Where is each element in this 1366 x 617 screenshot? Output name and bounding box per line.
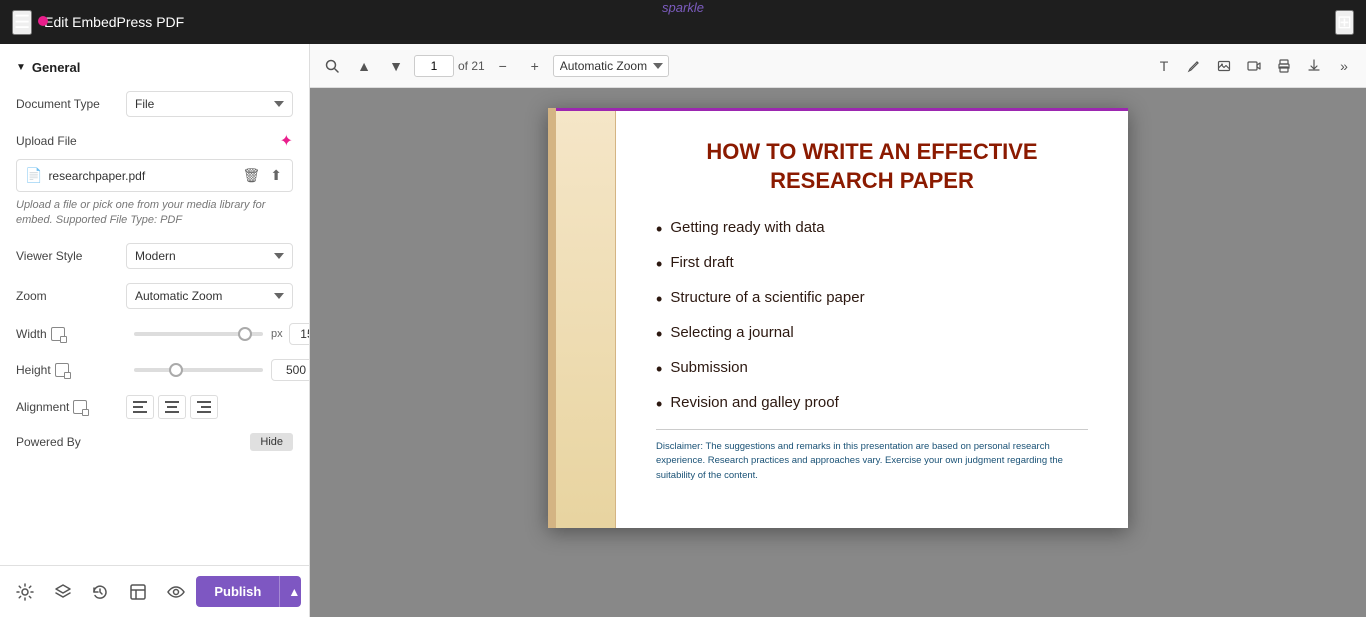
publish-area: Publish ▲: [196, 576, 301, 607]
width-row: Width px 1500: [16, 323, 293, 345]
pdf-content: HOW TO WRITE AN EFFECTIVE RESEARCH PAPER…: [310, 88, 1366, 617]
upload-hint: Upload a file or pick one from your medi…: [16, 198, 293, 229]
pdf-viewer: ▲ ▼ 1 of 21 − + Automatic Zoom 50% 75% 1…: [310, 44, 1366, 617]
align-center-button[interactable]: [158, 395, 186, 419]
sparkle-tab-label: sparkle: [662, 0, 704, 15]
settings-icon-button[interactable]: [8, 574, 42, 610]
width-unit: px: [271, 328, 283, 340]
viewer-style-row: Viewer Style Modern Classic Minimal: [16, 243, 293, 269]
list-item: Structure of a scientific paper: [656, 289, 1088, 310]
powered-by-row: Powered By Hide: [16, 433, 293, 461]
pdf-image-button[interactable]: [1210, 52, 1238, 80]
pdf-main-content: HOW TO WRITE AN EFFECTIVE RESEARCH PAPER…: [616, 108, 1128, 528]
width-input[interactable]: 1500: [289, 323, 309, 345]
file-input-row: 📄 researchpaper.pdf 🗑 ⬆: [16, 159, 293, 192]
height-input[interactable]: 500: [271, 359, 309, 381]
pdf-document-title: HOW TO WRITE AN EFFECTIVE RESEARCH PAPER: [656, 138, 1088, 195]
alignment-responsive-icon: [73, 400, 87, 414]
align-right-button[interactable]: [190, 395, 218, 419]
file-icon: 📄: [25, 167, 42, 184]
height-label: Height: [16, 363, 126, 377]
alignment-label: Alignment: [16, 400, 126, 414]
section-header-general: ▼ General: [16, 60, 293, 75]
upload-file-button[interactable]: ⬆: [268, 165, 284, 186]
viewer-style-select[interactable]: Modern Classic Minimal: [126, 243, 293, 269]
eye-icon-button[interactable]: [159, 574, 193, 610]
pdf-next-page-button[interactable]: ▼: [382, 52, 410, 80]
powered-by-label: Powered By: [16, 435, 81, 449]
sparkle-button[interactable]: ✦: [280, 131, 293, 151]
pdf-download-button[interactable]: [1300, 52, 1328, 80]
layout-icon-button[interactable]: [121, 574, 155, 610]
pdf-draw-button[interactable]: [1180, 52, 1208, 80]
height-row: Height 500: [16, 359, 293, 381]
pdf-more-button[interactable]: »: [1330, 52, 1358, 80]
publish-button[interactable]: Publish: [196, 576, 279, 607]
height-slider[interactable]: [134, 368, 263, 372]
pdf-disclaimer: Disclaimer: The suggestions and remarks …: [656, 429, 1088, 483]
pdf-zoom-select[interactable]: Automatic Zoom 50% 75% 100% 125% 150% 20…: [553, 55, 669, 77]
section-label: General: [32, 60, 80, 75]
alignment-buttons: [126, 395, 218, 419]
pdf-page-border-highlight: [556, 108, 1128, 111]
document-type-row: Document Type File URL: [16, 91, 293, 117]
list-item: First draft: [656, 254, 1088, 275]
width-label: Width: [16, 327, 126, 341]
pdf-decorative-strip: [556, 108, 616, 528]
pdf-right-icons: T »: [1150, 52, 1358, 80]
pdf-zoom-in-button[interactable]: +: [521, 52, 549, 80]
file-name: researchpaper.pdf: [48, 169, 234, 183]
viewer-style-label: Viewer Style: [16, 249, 126, 263]
sidebar-collapse-button[interactable]: ◀: [309, 311, 310, 351]
alignment-row: Alignment: [16, 395, 293, 419]
grid-icon[interactable]: ⊞: [1335, 10, 1354, 35]
zoom-select[interactable]: Automatic Zoom 50% 75% 100% 125% 150% 20…: [126, 283, 293, 309]
main-layout: ▼ General Document Type File URL Upload …: [0, 44, 1366, 617]
width-responsive-icon: [51, 327, 65, 341]
publish-chevron-button[interactable]: ▲: [279, 576, 301, 607]
menu-icon[interactable]: ☰: [12, 10, 32, 35]
pdf-search-button[interactable]: [318, 52, 346, 80]
zoom-label: Zoom: [16, 289, 126, 303]
document-type-select[interactable]: File URL: [126, 91, 293, 117]
document-type-label: Document Type: [16, 97, 126, 111]
upload-file-label: Upload File: [16, 134, 77, 148]
pdf-text-button[interactable]: T: [1150, 52, 1178, 80]
upload-file-section: Upload File ✦ 📄 researchpaper.pdf 🗑 ⬆ Up…: [16, 131, 293, 229]
bottom-bar: Publish ▲: [0, 565, 309, 617]
delete-file-button[interactable]: 🗑: [240, 165, 262, 186]
pdf-page-input[interactable]: 1: [414, 55, 454, 77]
notification-dot: [38, 16, 48, 26]
pdf-page-of: of 21: [458, 59, 485, 73]
history-icon-button[interactable]: [83, 574, 117, 610]
pdf-video-button[interactable]: [1240, 52, 1268, 80]
list-item: Getting ready with data: [656, 219, 1088, 240]
layers-icon-button[interactable]: [46, 574, 80, 610]
list-item: Submission: [656, 359, 1088, 380]
section-arrow: ▼: [16, 62, 26, 73]
width-slider[interactable]: [134, 332, 263, 336]
list-item: Revision and galley proof: [656, 394, 1088, 415]
pdf-toolbar: ▲ ▼ 1 of 21 − + Automatic Zoom 50% 75% 1…: [310, 44, 1366, 88]
pdf-zoom-out-button[interactable]: −: [489, 52, 517, 80]
pdf-prev-page-button[interactable]: ▲: [350, 52, 378, 80]
zoom-row: Zoom Automatic Zoom 50% 75% 100% 125% 15…: [16, 283, 293, 309]
pdf-page: HOW TO WRITE AN EFFECTIVE RESEARCH PAPER…: [548, 108, 1128, 528]
page-title: Edit EmbedPress PDF: [44, 14, 1323, 30]
list-item: Selecting a journal: [656, 324, 1088, 345]
height-responsive-icon: [55, 363, 69, 377]
hide-button[interactable]: Hide: [250, 433, 293, 451]
pdf-bullet-list: Getting ready with data First draft Stru…: [656, 219, 1088, 415]
align-left-button[interactable]: [126, 395, 154, 419]
pdf-print-button[interactable]: [1270, 52, 1298, 80]
sidebar: ▼ General Document Type File URL Upload …: [0, 44, 310, 617]
